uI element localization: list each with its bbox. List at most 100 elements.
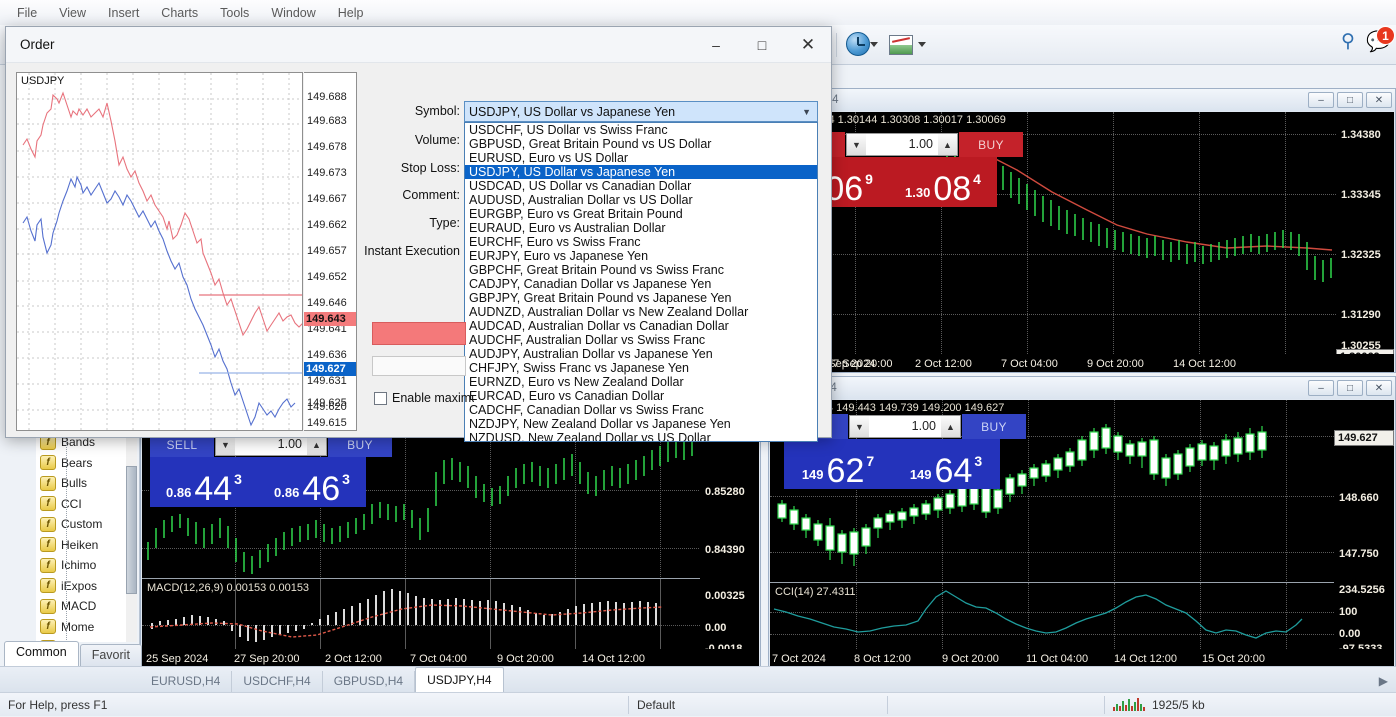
symbol-option-selected[interactable]: USDJPY, US Dollar vs Japanese Yen bbox=[465, 165, 817, 179]
navigator-item[interactable]: f CCI bbox=[36, 494, 128, 515]
symbol-option[interactable]: EURAUD, Euro vs Australian Dollar bbox=[465, 221, 817, 235]
symbol-option[interactable]: CADJPY, Canadian Dollar vs Japanese Yen bbox=[465, 277, 817, 291]
restore-button[interactable]: □ bbox=[1337, 380, 1363, 396]
symbol-option[interactable]: AUDUSD, Australian Dollar vs US Dollar bbox=[465, 193, 817, 207]
symbol-option[interactable]: GBPCHF, Great Britain Pound vs Swiss Fra… bbox=[465, 263, 817, 277]
symbol-option[interactable]: AUDCAD, Australian Dollar vs Canadian Do… bbox=[465, 319, 817, 333]
symbol-option[interactable]: EURCHF, Euro vs Swiss Franc bbox=[465, 235, 817, 249]
chart-canvas-gbpusd[interactable]: GBPUSD,H4 1.30144 1.30308 1.30017 1.3006… bbox=[767, 112, 1394, 372]
chart-tab-eurusd[interactable]: EURUSD,H4 bbox=[140, 671, 233, 692]
navigator-panel[interactable]: f Bands f Bears f Bulls f CCI f Custom f Heike… bbox=[0, 432, 143, 668]
minimize-button[interactable]: – bbox=[693, 27, 739, 62]
symbol-select[interactable]: USDJPY, US Dollar vs Japanese Yen ▼ bbox=[464, 101, 818, 122]
bid-price-eurgbp[interactable]: 0.86 44 3 bbox=[150, 457, 258, 507]
chart-tab-usdchf[interactable]: USDCHF,H4 bbox=[232, 671, 323, 692]
chart-tab-gbpusd[interactable]: GBPUSD,H4 bbox=[323, 671, 416, 692]
navigator-item[interactable]: f Heiken bbox=[36, 535, 128, 556]
chart-canvas-eurgbp[interactable]: SELL ▼ 1.00 ▲ BUY 0.86 44 3 0.86 46 3 MA… bbox=[142, 432, 759, 667]
chevron-down-icon[interactable]: ▼ bbox=[802, 107, 811, 117]
symbol-option[interactable]: AUDNZD, Australian Dollar vs New Zealand… bbox=[465, 305, 817, 319]
macd-subwindow[interactable]: MACD(12,26,9) 0.00153 0.00153 bbox=[142, 578, 704, 648]
menu-item-file[interactable]: File bbox=[6, 3, 48, 23]
close-button[interactable]: ✕ bbox=[1366, 380, 1392, 396]
ask-price-gbpusd[interactable]: 1.30 08 4 bbox=[889, 157, 997, 207]
chart-window-eurgbp[interactable]: EURGBP,H4 – □ ✕ bbox=[140, 408, 761, 668]
navigator-tab-favorites[interactable]: Favorit bbox=[79, 644, 142, 666]
symbol-option[interactable]: USDCAD, US Dollar vs Canadian Dollar bbox=[465, 179, 817, 193]
close-button[interactable]: ✕ bbox=[785, 27, 831, 62]
volume-increment[interactable]: ▲ bbox=[941, 416, 960, 437]
symbol-dropdown-list[interactable]: USDCHF, US Dollar vs Swiss Franc GBPUSD,… bbox=[464, 122, 818, 442]
scrollbar-thumb[interactable] bbox=[126, 466, 137, 594]
order-secondary-field[interactable] bbox=[372, 356, 466, 376]
chart-tab-usdjpy[interactable]: USDJPY,H4 bbox=[415, 667, 504, 692]
close-button[interactable]: ✕ bbox=[1366, 92, 1392, 108]
volume-stepper[interactable]: ▼ 1.00 ▲ bbox=[846, 133, 958, 156]
volume-value[interactable]: 1.00 bbox=[869, 416, 941, 437]
menu-item-window[interactable]: Window bbox=[260, 3, 326, 23]
symbol-option[interactable]: EURGBP, Euro vs Great Britain Pound bbox=[465, 207, 817, 221]
symbol-option[interactable]: USDCHF, US Dollar vs Swiss Franc bbox=[465, 123, 817, 137]
order-dialog[interactable]: Order – □ ✕ USDJPY 149.688 149.683 149.6… bbox=[5, 26, 832, 442]
volume-decrement[interactable]: ▼ bbox=[850, 416, 869, 437]
volume-value[interactable]: 1.00 bbox=[866, 134, 938, 155]
menu-item-insert[interactable]: Insert bbox=[97, 3, 150, 23]
navigator-item[interactable]: f Ichimo bbox=[36, 555, 128, 576]
alert-bell-icon[interactable]: 💬 1 bbox=[1366, 26, 1395, 54]
bid-price-usdjpy[interactable]: 149 62 7 bbox=[784, 439, 892, 489]
checkbox-box[interactable] bbox=[374, 391, 387, 405]
navigator-scrollbar[interactable] bbox=[126, 432, 137, 642]
minimize-button[interactable]: – bbox=[1308, 380, 1334, 396]
navigator-item[interactable]: f Custom bbox=[36, 514, 128, 535]
symbol-option[interactable]: GBPUSD, Great Britain Pound vs US Dollar bbox=[465, 137, 817, 151]
ask-price-usdjpy[interactable]: 149 64 3 bbox=[892, 439, 1000, 489]
order-tick-chart[interactable]: USDJPY bbox=[16, 72, 303, 431]
maximize-button[interactable]: □ bbox=[739, 27, 785, 62]
chart-template-icon[interactable] bbox=[889, 35, 915, 61]
chart-canvas-usdjpy[interactable]: USDJPY,H4 149.443 149.739 149.200 149.62… bbox=[770, 400, 1394, 667]
symbol-option[interactable]: GBPJPY, Great Britain Pound vs Japanese … bbox=[465, 291, 817, 305]
menu-item-help[interactable]: Help bbox=[327, 3, 375, 23]
sell-order-button[interactable] bbox=[372, 322, 466, 345]
navigator-indicator-list[interactable]: f Bands f Bears f Bulls f CCI f Custom f Heike… bbox=[36, 432, 128, 642]
navigator-item[interactable]: f Bulls bbox=[36, 473, 128, 494]
navigator-item[interactable]: f MACD bbox=[36, 596, 128, 617]
volume-stepper[interactable]: ▼ 1.00 ▲ bbox=[849, 415, 961, 438]
order-dialog-titlebar[interactable]: Order – □ ✕ bbox=[6, 27, 831, 63]
enable-max-deviation-checkbox[interactable]: Enable maximum deviation from quoted pri… bbox=[374, 391, 474, 405]
symbol-option[interactable]: CHFJPY, Swiss Franc vs Japanese Yen bbox=[465, 361, 817, 375]
volume-decrement[interactable]: ▼ bbox=[847, 134, 866, 155]
minimize-button[interactable]: – bbox=[1308, 92, 1334, 108]
menu-item-tools[interactable]: Tools bbox=[209, 3, 260, 23]
symbol-option[interactable]: EURNZD, Euro vs New Zealand Dollar bbox=[465, 375, 817, 389]
symbol-option[interactable]: AUDJPY, Australian Dollar vs Japanese Ye… bbox=[465, 347, 817, 361]
cci-subwindow[interactable]: CCI(14) 27.4311 bbox=[770, 582, 1336, 649]
restore-button[interactable]: □ bbox=[1337, 92, 1363, 108]
key-icon[interactable]: ⚲ bbox=[1341, 30, 1355, 53]
navigator-item[interactable]: f Mome bbox=[36, 617, 128, 638]
chart-window-usdjpy[interactable]: USDJPY,H4 – □ ✕ USDJPY,H4 149.443 149.73… bbox=[768, 376, 1396, 668]
one-click-trade-eurgbp[interactable]: SELL ▼ 1.00 ▲ BUY 0.86 44 3 0.86 46 3 bbox=[150, 432, 392, 507]
clock-icon[interactable] bbox=[846, 32, 872, 58]
menu-item-view[interactable]: View bbox=[48, 3, 97, 23]
symbol-option[interactable]: EURJPY, Euro vs Japanese Yen bbox=[465, 249, 817, 263]
navigator-item[interactable]: f Bears bbox=[36, 453, 128, 474]
buy-button[interactable]: BUY bbox=[962, 414, 1026, 439]
symbol-option[interactable]: NZDUSD, New Zealand Dollar vs US Dollar bbox=[465, 431, 817, 441]
menu-item-charts[interactable]: Charts bbox=[150, 3, 209, 23]
volume-increment[interactable]: ▲ bbox=[938, 134, 957, 155]
navigator-tab-common[interactable]: Common bbox=[4, 641, 79, 666]
template-dropdown-caret[interactable] bbox=[918, 42, 926, 47]
symbol-option[interactable]: AUDCHF, Australian Dollar vs Swiss Franc bbox=[465, 333, 817, 347]
buy-button[interactable]: BUY bbox=[959, 132, 1023, 157]
navigator-tabs[interactable]: Common Favorit bbox=[4, 641, 143, 666]
navigator-item[interactable]: f iExpos bbox=[36, 576, 128, 597]
symbol-option[interactable]: NZDJPY, New Zealand Dollar vs Japanese Y… bbox=[465, 417, 817, 431]
tabbar-scroll-right[interactable]: ▶ bbox=[1371, 674, 1396, 692]
symbol-option[interactable]: CADCHF, Canadian Dollar vs Swiss Franc bbox=[465, 403, 817, 417]
symbol-option[interactable]: EURCAD, Euro vs Canadian Dollar bbox=[465, 389, 817, 403]
ask-price-eurgbp[interactable]: 0.86 46 3 bbox=[258, 457, 366, 507]
chart-tab-bar[interactable]: EURUSD,H4 USDCHF,H4 GBPUSD,H4 USDJPY,H4 … bbox=[0, 666, 1396, 692]
symbol-option[interactable]: EURUSD, Euro vs US Dollar bbox=[465, 151, 817, 165]
chart-window-gbpusd[interactable]: GBPUSD,H4 – □ ✕ GBPUSD,H4 1.30144 1.3030… bbox=[765, 88, 1396, 373]
